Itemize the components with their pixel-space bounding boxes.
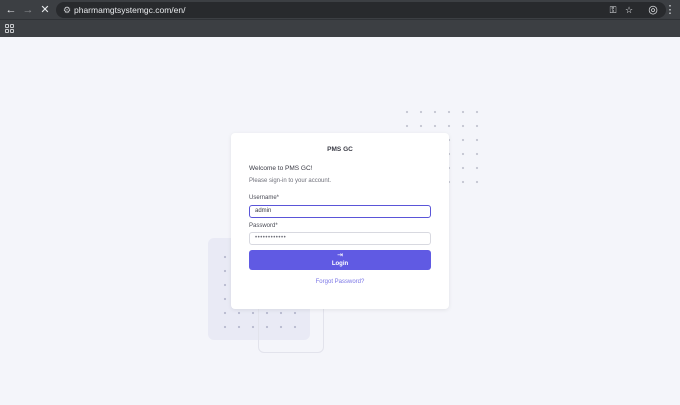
- address-bar[interactable]: ⚙ pharmamgtsystemgc.com/en/ ⚿ ☆: [56, 2, 666, 18]
- site-settings-icon[interactable]: ⚙: [61, 4, 73, 16]
- login-icon: ⇥: [337, 252, 343, 259]
- username-field[interactable]: admin: [249, 205, 431, 218]
- login-button-label: Login: [331, 261, 349, 267]
- stop-icon[interactable]: ✕: [38, 3, 52, 17]
- login-card: PMS GC Welcome to PMS GC! Please sign-in…: [231, 133, 449, 309]
- username-label: Username*: [249, 195, 280, 201]
- welcome-heading: Welcome to PMS GC!: [249, 165, 313, 172]
- signin-subtitle: Please sign-in to your account.: [249, 178, 332, 184]
- password-field[interactable]: ••••••••••••: [249, 232, 431, 245]
- menu-icon[interactable]: ⋮: [663, 3, 677, 17]
- browser-chrome: ← → ✕ ⚙ pharmamgtsystemgc.com/en/ ⚿ ☆ ◎ …: [0, 0, 680, 37]
- login-page: PMS GC Welcome to PMS GC! Please sign-in…: [0, 37, 680, 405]
- apps-icon[interactable]: [5, 24, 14, 33]
- back-icon[interactable]: ←: [4, 3, 18, 17]
- url-text[interactable]: pharmamgtsystemgc.com/en/: [74, 4, 185, 16]
- profile-icon[interactable]: ◎: [646, 3, 660, 17]
- bookmarks-bar: [0, 19, 680, 37]
- app-title: PMS GC: [327, 146, 353, 153]
- login-button[interactable]: ⇥ Login: [249, 250, 431, 270]
- forgot-password-link[interactable]: Forgot Password?: [231, 279, 449, 285]
- star-icon[interactable]: ☆: [623, 4, 635, 16]
- forward-icon[interactable]: →: [21, 3, 35, 17]
- key-icon[interactable]: ⚿: [607, 4, 619, 16]
- password-label: Password*: [249, 223, 278, 229]
- browser-toolbar: ← → ✕ ⚙ pharmamgtsystemgc.com/en/ ⚿ ☆ ◎ …: [0, 0, 680, 20]
